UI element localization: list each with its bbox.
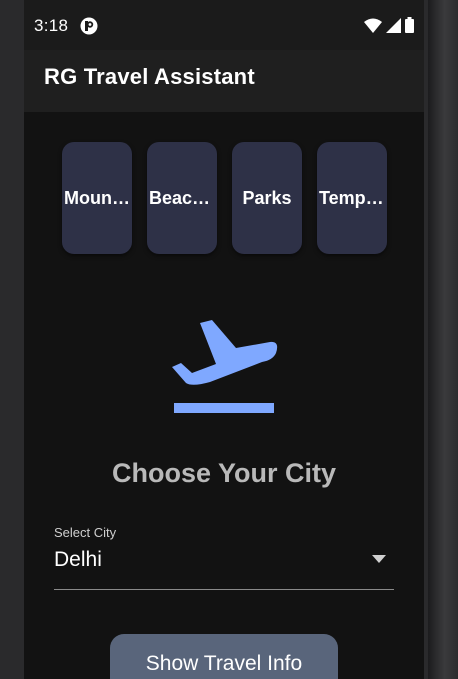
- city-select-value: Delhi: [54, 548, 102, 571]
- status-bar: 3:18: [24, 0, 424, 50]
- cellular-signal-icon: [386, 17, 401, 33]
- category-label: Beaches: [149, 187, 215, 208]
- app-bar: RG Travel Assistant: [24, 50, 424, 112]
- page-heading: Choose Your City: [111, 458, 337, 488]
- device-frame-edge: [428, 0, 458, 679]
- category-card-beaches[interactable]: Beaches: [147, 142, 217, 254]
- city-select-dropdown[interactable]: Select City Delhi: [54, 520, 394, 592]
- category-card-temples[interactable]: Temples: [317, 142, 387, 254]
- notification-app-icon: [80, 17, 98, 35]
- category-label: Mountains: [64, 187, 130, 208]
- category-card-parks[interactable]: Parks: [232, 142, 302, 254]
- wifi-icon: [364, 18, 382, 33]
- city-select-label: Select City: [54, 525, 117, 540]
- dropdown-underline: [54, 589, 394, 590]
- category-label: Temples: [319, 187, 385, 208]
- flight-takeoff-icon: [172, 320, 278, 413]
- battery-icon: [405, 17, 414, 33]
- category-card-mountains[interactable]: Mountains: [62, 142, 132, 254]
- status-icons: [364, 17, 414, 33]
- app-title: RG Travel Assistant: [44, 64, 255, 89]
- phone-screen: 3:18 RG Travel Assistant Mountains: [24, 0, 424, 679]
- show-travel-info-button[interactable]: Show Travel Info: [110, 634, 338, 679]
- status-time: 3:18: [34, 16, 69, 35]
- category-label: Parks: [242, 187, 292, 208]
- dropdown-arrow-icon: [372, 555, 386, 563]
- show-travel-info-label: Show Travel Info: [145, 652, 303, 675]
- category-list: Mountains Beaches Parks Temples: [62, 142, 387, 254]
